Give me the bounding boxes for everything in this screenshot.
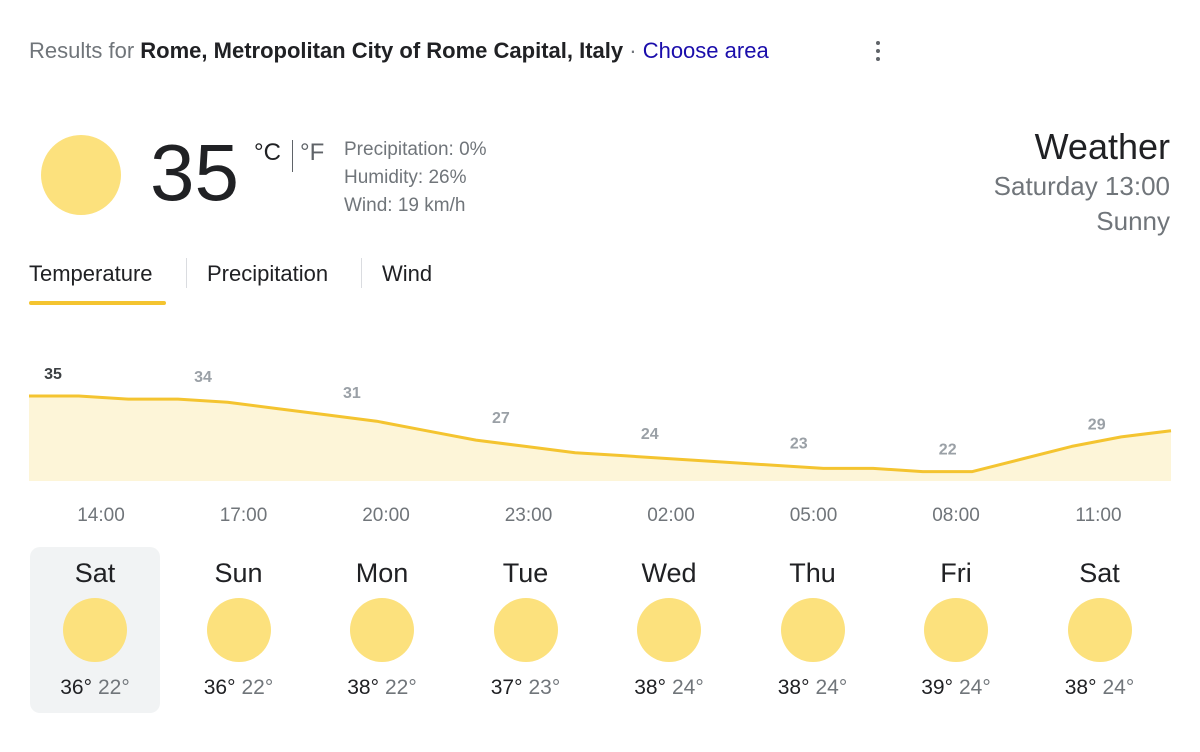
- tab-temperature[interactable]: Temperature: [29, 261, 153, 287]
- active-tab-indicator: [29, 301, 166, 305]
- day-forecast-sat[interactable]: Sat 36° 22°: [30, 547, 160, 713]
- weather-details: Precipitation: 0% Humidity: 26% Wind: 19…: [344, 136, 487, 220]
- hour-label: 08:00: [932, 505, 980, 526]
- tab-wind[interactable]: Wind: [382, 261, 432, 287]
- hour-axis: 14:00 17:00 20:00 23:00 02:00 05:00 08:0…: [0, 505, 1200, 529]
- high-temp: 37°: [490, 676, 523, 699]
- choose-area-link[interactable]: Choose area: [643, 38, 769, 63]
- hour-label: 17:00: [219, 505, 268, 526]
- temperature-point-label: 31: [343, 385, 361, 402]
- high-temp: 38°: [347, 676, 379, 699]
- high-temp: 38°: [634, 676, 666, 699]
- sun-icon: [350, 598, 414, 662]
- day-name: Tue: [502, 558, 549, 588]
- wind-detail: Wind: 19 km/h: [344, 195, 466, 216]
- temperature-point-label: 27: [492, 410, 510, 427]
- sun-icon: [780, 598, 845, 662]
- temperature-area: [29, 396, 1171, 481]
- day-name: Wed: [641, 558, 697, 588]
- hour-label: 05:00: [789, 505, 838, 526]
- day-forecast-wed[interactable]: Wed 38° 24°: [604, 547, 734, 713]
- day-name: Thu: [789, 558, 836, 588]
- results-prefix: Results for: [29, 38, 135, 63]
- weather-title: Weather: [1034, 126, 1170, 167]
- sun-icon: [924, 598, 988, 662]
- tab-divider: [361, 258, 362, 288]
- hour-label: 11:00: [1075, 505, 1122, 526]
- current-temperature: 35: [150, 128, 239, 217]
- temperature-point-label: 34: [194, 369, 212, 386]
- low-temp: 24°: [672, 676, 704, 699]
- day-name: Fri: [940, 558, 972, 588]
- day-name: Mon: [355, 558, 409, 588]
- low-temp: 23°: [528, 676, 561, 699]
- hour-label: 02:00: [647, 505, 695, 526]
- hour-label: 14:00: [77, 505, 125, 526]
- hour-label: 23:00: [504, 505, 553, 526]
- temperature-point-label: 35: [44, 366, 62, 383]
- sun-icon: [63, 598, 127, 662]
- low-temp: 22°: [98, 676, 130, 699]
- temperature-point-label: 24: [641, 426, 659, 443]
- day-forecast-tue[interactable]: Tue 37° 23°: [461, 547, 591, 713]
- sun-icon: [637, 598, 701, 662]
- day-name: Sat: [74, 558, 116, 588]
- sun-icon: [41, 135, 121, 215]
- day-name: Sat: [1079, 558, 1120, 588]
- sun-icon: [493, 598, 558, 662]
- day-forecast-thu[interactable]: Thu 38° 24°: [748, 547, 878, 713]
- low-temp: 22°: [385, 676, 417, 699]
- weather-condition: Sunny: [1096, 206, 1170, 236]
- fahrenheit-toggle[interactable]: °F: [300, 139, 324, 167]
- low-temp: 24°: [815, 676, 848, 699]
- precipitation-detail: Precipitation: 0%: [344, 139, 487, 160]
- day-forecast-fri[interactable]: Fri 39° 24°: [891, 547, 1021, 713]
- humidity-detail: Humidity: 26%: [344, 167, 467, 188]
- low-temp: 22°: [241, 676, 274, 699]
- temperature-point-label: 23: [790, 435, 808, 452]
- day-forecast-sun[interactable]: Sun 36° 22°: [174, 547, 304, 713]
- celsius-toggle[interactable]: °C: [254, 139, 281, 167]
- separator-dot: ·: [629, 38, 637, 63]
- high-temp: 39°: [921, 676, 953, 699]
- temperature-point-label: 22: [939, 442, 957, 459]
- results-for-line: Results for Rome, Metropolitan City of R…: [29, 38, 769, 64]
- high-temp: 36°: [60, 676, 92, 699]
- day-name: Sun: [214, 558, 263, 588]
- sun-icon: [1067, 598, 1132, 662]
- low-temp: 24°: [1102, 676, 1135, 699]
- day-forecast-sat-next[interactable]: Sat 38° 24°: [1035, 547, 1165, 713]
- weather-time: Saturday 13:00: [993, 171, 1170, 201]
- temperature-point-label: 29: [1088, 416, 1106, 433]
- more-vert-icon[interactable]: [866, 38, 890, 66]
- high-temp: 36°: [203, 676, 236, 699]
- low-temp: 24°: [959, 676, 991, 699]
- sun-icon: [206, 598, 271, 662]
- high-temp: 38°: [777, 676, 810, 699]
- high-temp: 38°: [1064, 676, 1097, 699]
- tab-precipitation[interactable]: Precipitation: [207, 261, 328, 287]
- temperature-chart: 35 34 31 27 24 23 22 29: [29, 366, 1172, 481]
- location-name: Rome, Metropolitan City of Rome Capital,…: [140, 38, 624, 63]
- hour-label: 20:00: [362, 505, 410, 526]
- tab-divider: [186, 258, 187, 288]
- unit-divider: [292, 140, 293, 172]
- day-forecast-mon[interactable]: Mon 38° 22°: [317, 547, 447, 713]
